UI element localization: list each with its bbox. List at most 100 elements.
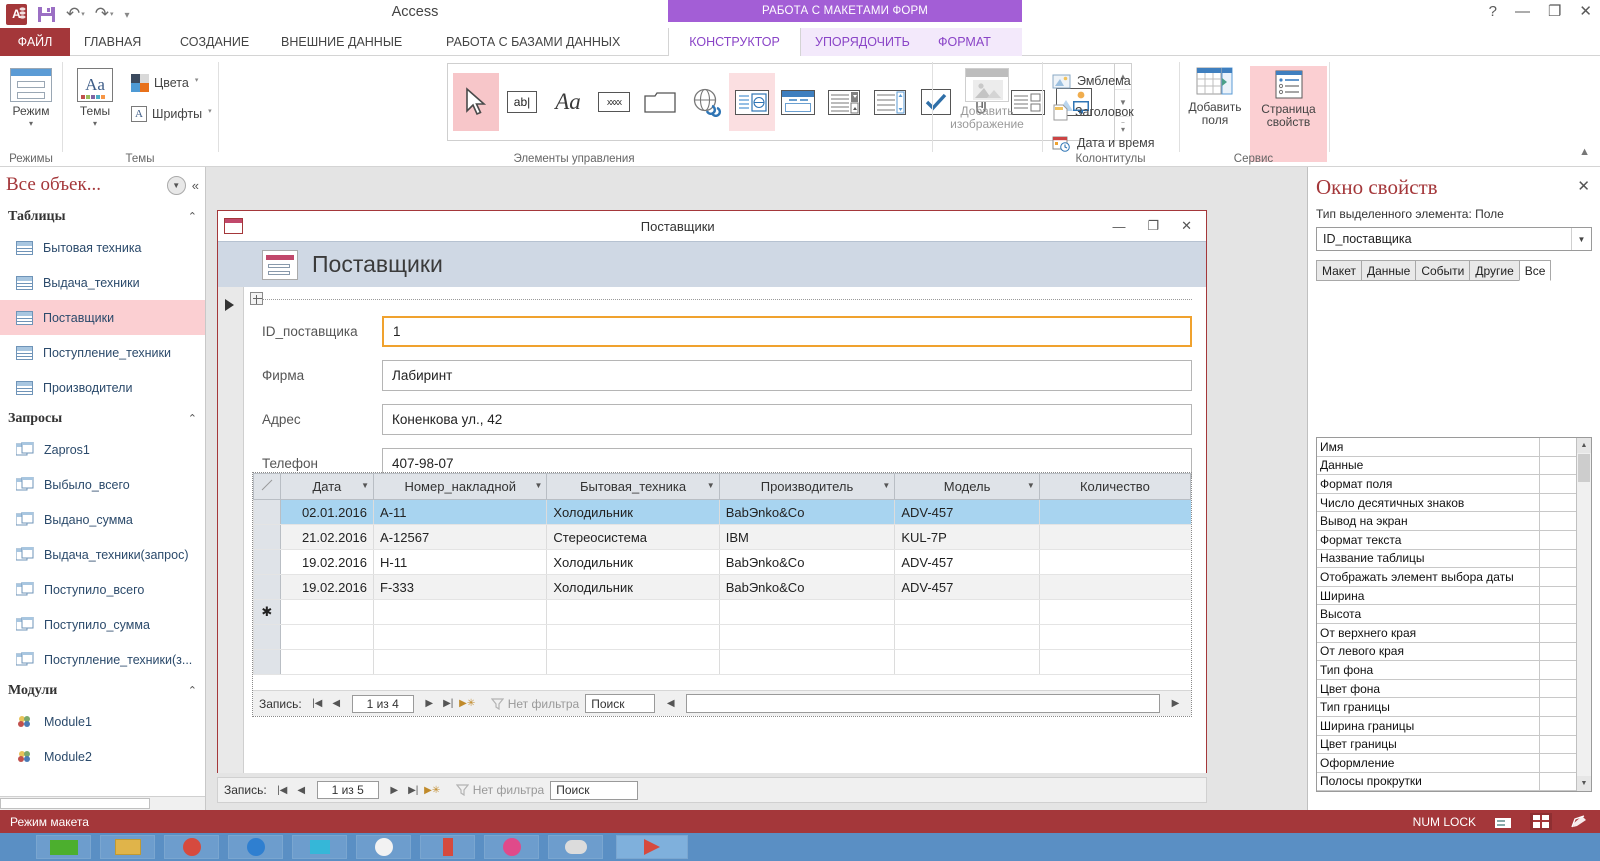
selected-element-dropdown[interactable]: ID_поставщика ▼ (1316, 227, 1592, 251)
cell-kolichestvo[interactable] (1038, 574, 1191, 600)
navpane-horizontal-scrollbar[interactable] (0, 796, 205, 810)
table-row[interactable]: 19.02.2016 F-333 Холодильник BabЭnko&Co … (253, 574, 1191, 600)
column-header-tehnika[interactable]: Бытовая_техника ▼ (546, 473, 720, 500)
form-search-input[interactable]: Поиск (550, 780, 639, 800)
next-record-icon[interactable]: ▶ (420, 695, 439, 713)
cell-empty[interactable] (279, 599, 374, 625)
chevron-down-icon[interactable]: ▼ (1027, 481, 1035, 490)
form-minimize-button[interactable]: — (1112, 219, 1125, 234)
control-hyperlink[interactable] (683, 73, 729, 131)
control-list-box[interactable] (867, 73, 913, 131)
tab-all[interactable]: Все (1518, 260, 1552, 281)
subform-record-position[interactable]: 1 из 4 (351, 694, 414, 713)
cell-model[interactable]: ADV-457 (894, 499, 1040, 525)
taskbar-item[interactable] (548, 835, 603, 859)
form-record-position[interactable]: 1 из 5 (316, 781, 379, 799)
control-select-tool[interactable] (453, 73, 499, 131)
nav-item-table[interactable]: Поступление_техники (0, 335, 205, 370)
close-property-sheet-icon[interactable]: ✕ (1577, 177, 1590, 195)
form-close-button[interactable]: ✕ (1181, 218, 1192, 234)
record-selector-bar[interactable] (218, 287, 244, 773)
cell-proizvoditel[interactable]: BabЭnko&Co (718, 549, 895, 575)
nav-item-query[interactable]: Выбыло_всего (0, 467, 205, 502)
tab-layout[interactable]: Макет (1316, 260, 1362, 281)
property-value[interactable] (1539, 791, 1591, 792)
cell-nomer[interactable]: H-11 (373, 549, 547, 575)
cell-kolichestvo[interactable] (1038, 524, 1191, 550)
tab-other[interactable]: Другие (1469, 260, 1520, 281)
subform-search-label[interactable]: Поиск (585, 694, 656, 713)
row-selector[interactable] (253, 574, 281, 600)
previous-record-icon[interactable]: ◀ (327, 695, 346, 713)
nav-item-module[interactable]: Module1 (0, 704, 205, 739)
form-view-icon[interactable] (1492, 813, 1514, 830)
next-record-icon[interactable]: ▶ (385, 781, 404, 799)
cell-empty[interactable] (1038, 599, 1191, 625)
taskbar-item[interactable] (356, 835, 411, 859)
column-header-proizvoditel[interactable]: Производитель ▼ (718, 473, 896, 500)
form-maximize-button[interactable]: ❐ (1147, 218, 1159, 234)
cell-tehnika[interactable]: Холодильник (546, 549, 720, 575)
field-value-firma[interactable]: Лабиринт (382, 359, 1192, 391)
taskbar-item[interactable] (36, 835, 91, 859)
nav-item-table[interactable]: Бытовая техника (0, 230, 205, 265)
field-value-adres[interactable]: Коненкова ул., 42 (382, 403, 1192, 435)
last-record-icon[interactable]: ▶| (439, 695, 458, 713)
control-web-browser[interactable] (729, 73, 775, 131)
cell-proizvoditel[interactable]: BabЭnko&Co (718, 574, 895, 600)
collapse-pane-icon[interactable]: « (192, 178, 199, 193)
cell-model[interactable]: KUL-7P (894, 524, 1040, 550)
table-row[interactable]: 19.02.2016 H-11 Холодильник BabЭnko&Co A… (253, 549, 1191, 575)
chevron-down-icon[interactable]: ▼ (882, 481, 890, 490)
control-navigation[interactable] (775, 73, 821, 131)
new-record-row[interactable]: ✱ (253, 599, 1191, 625)
design-view-icon[interactable] (1568, 813, 1590, 830)
cell-tehnika[interactable]: Стереосистема (546, 524, 720, 550)
row-selector[interactable] (253, 524, 281, 550)
table-row[interactable]: 02.01.2016 A-11 Холодильник BabЭnko&Co A… (253, 499, 1191, 525)
cell-model[interactable]: ADV-457 (894, 549, 1040, 575)
taskbar-item-access[interactable] (616, 835, 688, 859)
nav-item-table-postavshchiki[interactable]: Поставщики (0, 300, 205, 335)
taskbar-item[interactable] (292, 835, 347, 859)
tab-database-tools[interactable]: РАБОТА С БАЗАМИ ДАННЫХ (432, 28, 634, 56)
tab-format[interactable]: ФОРМАТ (924, 28, 1005, 56)
tab-file[interactable]: ФАЙЛ (0, 28, 70, 56)
help-button[interactable]: ? (1489, 3, 1497, 20)
cell-tehnika[interactable]: Холодильник (546, 574, 720, 600)
cell-data[interactable]: 21.02.2016 (279, 524, 374, 550)
tab-home[interactable]: ГЛАВНАЯ (70, 28, 155, 56)
column-header-data[interactable]: Дата ▼ (279, 473, 375, 500)
row-selector[interactable] (253, 499, 281, 525)
nav-item-table[interactable]: Производители (0, 370, 205, 405)
chevron-down-icon[interactable]: ▼ (707, 481, 715, 490)
control-combo-box[interactable] (821, 73, 867, 131)
nav-item-query[interactable]: Поступило_всего (0, 572, 205, 607)
cell-data[interactable]: 02.01.2016 (279, 499, 374, 525)
tab-events[interactable]: Событи (1415, 260, 1471, 281)
cell-empty[interactable] (894, 599, 1040, 625)
title-button[interactable]: Заголовок (1052, 99, 1178, 125)
layout-move-handle[interactable] (250, 292, 263, 305)
new-record-marker[interactable]: ✱ (253, 599, 281, 625)
property-sheet-button[interactable]: Страница свойств (1250, 66, 1327, 162)
scrollbar-thumb[interactable] (1578, 454, 1590, 482)
add-fields-button[interactable]: Добавить поля (1180, 66, 1250, 162)
nav-item-query[interactable]: Выдано_сумма (0, 502, 205, 537)
control-button[interactable]: xxxx (591, 73, 637, 131)
column-header-kolichestvo[interactable]: Количество (1038, 473, 1192, 500)
last-record-icon[interactable]: ▶| (404, 781, 423, 799)
previous-record-icon[interactable]: ◀ (292, 781, 311, 799)
tab-arrange[interactable]: УПОРЯДОЧИТЬ (801, 28, 924, 56)
add-image-button[interactable]: Добавить изображение (935, 68, 1039, 131)
taskbar-item[interactable] (164, 835, 219, 859)
chevron-down-icon[interactable]: ▼ (535, 481, 543, 490)
theme-colors-button[interactable]: Цвета ▾ (131, 71, 212, 95)
chevron-up-icon[interactable]: ⌃ (188, 412, 197, 425)
tab-design[interactable]: КОНСТРУКТОР (668, 28, 801, 57)
search-next-icon[interactable]: ▶ (1166, 695, 1185, 713)
cell-data[interactable]: 19.02.2016 (279, 549, 374, 575)
subform-filter-status[interactable]: Нет фильтра (490, 697, 579, 711)
nav-item-query[interactable]: Поступление_техники(з... (0, 642, 205, 677)
cell-empty[interactable] (373, 599, 547, 625)
